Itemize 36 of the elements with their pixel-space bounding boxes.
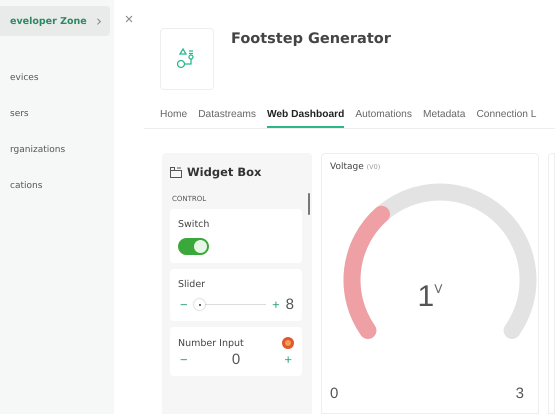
tab[interactable]: Connection L [476,106,536,128]
plus-button[interactable]: + [282,353,294,366]
widget-card[interactable]: Switch [170,209,302,263]
widget-label: Switch [178,219,210,230]
tab[interactable]: Automations [355,106,412,128]
chevron-icon: › [96,12,102,30]
badge-icon [282,337,294,349]
widget-card[interactable]: Number Input − 0 + [170,327,302,376]
minus-button[interactable]: − [178,353,190,366]
tab[interactable]: Web Dashboard [266,106,344,128]
sidebar-item[interactable]: evices [0,60,114,96]
gauge-unit: V [434,282,442,298]
panel-title: Widget Box [187,165,262,179]
template-title: Footstep Generator [231,30,391,49]
tab[interactable]: Home [160,106,188,128]
widget-card[interactable]: Slider − + 8 [170,269,302,321]
widget-label: Number Input [178,338,244,348]
sidebar-item[interactable]: rganizations [0,132,114,168]
slider-thumb[interactable] [194,299,206,310]
gauge-max: 3 [516,385,524,402]
widget-icon [170,166,182,178]
tab[interactable]: Datastreams [198,106,256,128]
gauge-value: 1 [418,280,434,314]
toggle-switch[interactable] [178,238,209,255]
minus-button[interactable]: − [178,298,190,311]
plus-button[interactable]: + [270,298,282,311]
close-button[interactable]: × [122,10,136,28]
scrollbar[interactable] [308,193,310,215]
gauge-min: 0 [330,385,338,402]
slider-value: 8 [286,296,294,313]
number-value: 0 [232,351,240,368]
sidebar-item[interactable]: cations [0,168,114,204]
tab[interactable]: Metadata [422,106,466,128]
sidebar-item[interactable]: sers [0,96,114,132]
widget-label: Slider [178,279,206,290]
sidebar-item[interactable]: eveloper Zone › [0,6,110,36]
